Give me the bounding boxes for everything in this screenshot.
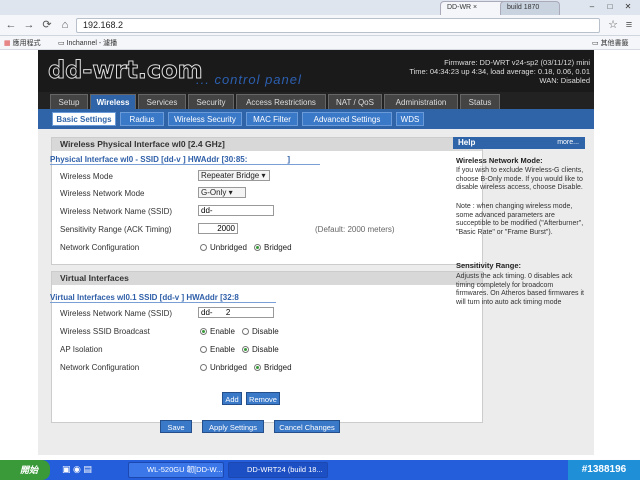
task-wl520gu[interactable]: WL-520GU 韌[DD-W... xyxy=(128,462,224,478)
add-button[interactable]: Add xyxy=(222,392,242,405)
radio-icon xyxy=(254,364,261,371)
help-title-sensitivity: Sensitivity Range: xyxy=(456,261,522,270)
subtab-wireless-security[interactable]: Wireless Security xyxy=(168,112,242,126)
radio-ap-disable[interactable]: Disable xyxy=(242,345,279,354)
ssid-input[interactable] xyxy=(198,205,274,216)
help-panel: Help more... Wireless Network Mode: If y… xyxy=(453,137,585,337)
page-header: dd-wrt.com ... control panel Firmware: D… xyxy=(38,50,594,92)
bookmark-other[interactable]: ▭ 其他書籤 xyxy=(592,38,629,48)
menu-icon[interactable]: ≡ xyxy=(622,18,636,32)
label-network-config: Network Configuration xyxy=(60,243,140,252)
wireless-mode-select[interactable]: Repeater Bridge ▾ xyxy=(198,170,270,181)
radio-ap-enable[interactable]: Enable xyxy=(200,345,235,354)
label-ap-isolation: AP Isolation xyxy=(60,345,103,354)
radio-icon xyxy=(200,346,207,353)
subtab-basic-settings[interactable]: Basic Settings xyxy=(52,112,116,126)
apply-settings-button[interactable]: Apply Settings xyxy=(202,420,264,433)
help-text-mode: If you wish to exclude Wireless-G client… xyxy=(456,167,584,191)
radio-icon xyxy=(200,244,207,251)
cancel-changes-button[interactable]: Cancel Changes xyxy=(274,420,340,433)
tab-administration[interactable]: Administration xyxy=(384,94,458,109)
tab-setup[interactable]: Setup xyxy=(50,94,88,109)
maximize-icon[interactable]: □ xyxy=(602,1,618,12)
tab-access-restrictions[interactable]: Access Restrictions xyxy=(236,94,326,109)
sensitivity-input[interactable] xyxy=(198,223,238,234)
tab-status[interactable]: Status xyxy=(460,94,500,109)
section-title: Virtual Interfaces xyxy=(52,272,482,285)
subtab-advanced-settings[interactable]: Advanced Settings xyxy=(302,112,392,126)
radio-icon xyxy=(242,328,249,335)
radio-virtual-bridged[interactable]: Bridged xyxy=(254,363,292,372)
virtual-interface-label: Virtual Interfaces wl0.1 SSID [dd-v ] HW… xyxy=(50,293,276,303)
tab-wireless[interactable]: Wireless xyxy=(90,94,136,109)
firmware-info: Firmware: DD-WRT v24-sp2 (03/11/12) mini… xyxy=(409,58,590,85)
browser-tab-strip: DD-WR × build 1870 – □ ✕ xyxy=(0,0,640,15)
help-more-link[interactable]: more... xyxy=(557,139,579,146)
label-ssid-broadcast: Wireless SSID Broadcast xyxy=(60,327,150,336)
task-ddwrt[interactable]: DD-WRT24 (build 18... xyxy=(228,462,328,478)
bookmarks-bar: ▦ 應用程式 ▭ Inchannel - 濾播 ▭ 其他書籤 xyxy=(0,36,640,50)
virtual-ssid-input[interactable] xyxy=(198,307,274,318)
sensitivity-default: (Default: 2000 meters) xyxy=(315,225,395,234)
control-panel-tagline: ... control panel xyxy=(196,72,302,87)
subtab-wds[interactable]: WDS xyxy=(396,112,424,126)
help-note: Note : when changing wireless mode, some… xyxy=(456,203,584,236)
tray-watermark: #1388196 xyxy=(568,460,640,480)
reload-icon[interactable]: ⟳ xyxy=(40,18,54,32)
quicklaunch-icons[interactable]: ▣ ◉ ▤ xyxy=(62,464,92,475)
radio-icon xyxy=(242,346,249,353)
subtab-radius[interactable]: Radius xyxy=(120,112,164,126)
label-wireless-mode: Wireless Mode xyxy=(60,172,113,181)
section-title: Wireless Physical Interface wl0 [2.4 GHz… xyxy=(52,138,482,151)
windows-taskbar: 開始 ▣ ◉ ▤ WL-520GU 韌[DD-W... DD-WRT24 (bu… xyxy=(0,460,640,480)
tab-nat-qos[interactable]: NAT / QoS xyxy=(328,94,382,109)
main-tabs: Setup Wireless Services Security Access … xyxy=(38,92,594,109)
router-page: dd-wrt.com ... control panel Firmware: D… xyxy=(0,50,640,460)
label-ssid: Wireless Network Name (SSID) xyxy=(60,207,173,216)
radio-broadcast-enable[interactable]: Enable xyxy=(200,327,235,336)
tab-services[interactable]: Services xyxy=(138,94,186,109)
network-mode-select[interactable]: G-Only ▾ xyxy=(198,187,246,198)
tab-security[interactable]: Security xyxy=(188,94,234,109)
star-icon[interactable]: ☆ xyxy=(606,18,620,32)
label-virtual-network-config: Network Configuration xyxy=(60,363,140,372)
bookmark-inchannel[interactable]: ▭ Inchannel - 濾播 xyxy=(58,38,117,48)
back-icon[interactable]: ← xyxy=(4,18,18,32)
label-virtual-ssid: Wireless Network Name (SSID) xyxy=(60,309,173,318)
label-sensitivity: Sensitivity Range (ACK Timing) xyxy=(60,225,172,234)
radio-unbridged[interactable]: Unbridged xyxy=(200,243,247,252)
radio-icon xyxy=(254,244,261,251)
address-bar[interactable]: 192.168.2 xyxy=(76,18,600,33)
ddwrt-logo: dd-wrt.com xyxy=(48,56,204,85)
bookmark-apps[interactable]: ▦ 應用程式 xyxy=(4,38,41,48)
close-icon[interactable]: ✕ xyxy=(620,1,636,12)
physical-interface-label: Physical Interface wl0 - SSID [dd-v ] HW… xyxy=(50,155,320,165)
subtab-mac-filter[interactable]: MAC Filter xyxy=(246,112,298,126)
label-network-mode: Wireless Network Mode xyxy=(60,189,145,198)
radio-bridged[interactable]: Bridged xyxy=(254,243,292,252)
forward-icon[interactable]: → xyxy=(22,18,36,32)
help-text-sensitivity: Adjusts the ack timing. 0 disables ack t… xyxy=(456,273,584,306)
help-header: Help more... xyxy=(453,137,585,149)
browser-tab-build[interactable]: build 1870 xyxy=(500,1,560,15)
radio-icon xyxy=(200,364,207,371)
start-button[interactable]: 開始 xyxy=(0,460,50,480)
minimize-icon[interactable]: – xyxy=(584,1,600,12)
radio-icon xyxy=(200,328,207,335)
sub-tabs: Basic Settings Radius Wireless Security … xyxy=(38,109,594,129)
radio-broadcast-disable[interactable]: Disable xyxy=(242,327,279,336)
radio-virtual-unbridged[interactable]: Unbridged xyxy=(200,363,247,372)
help-title-mode: Wireless Network Mode: xyxy=(456,156,543,165)
remove-button[interactable]: Remove xyxy=(246,392,280,405)
save-button[interactable]: Save xyxy=(160,420,192,433)
browser-toolbar: ← → ⟳ ⌂ 192.168.2 ☆ ≡ xyxy=(0,15,640,36)
home-icon[interactable]: ⌂ xyxy=(58,18,72,32)
